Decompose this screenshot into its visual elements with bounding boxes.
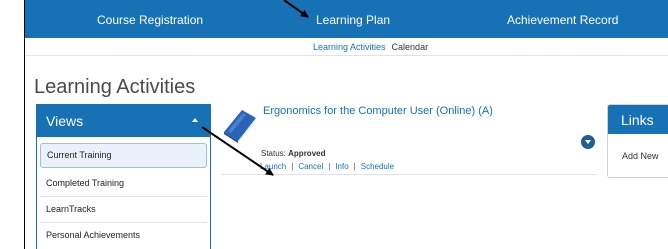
action-separator: |: [328, 162, 331, 171]
nav-achievement-record[interactable]: Achievement Record: [507, 13, 618, 27]
subnav-divider: [25, 55, 668, 56]
view-item-current-training[interactable]: Current Training: [40, 143, 207, 168]
views-panel: Views Current Training Completed Trainin…: [36, 104, 211, 249]
status-label: Status:: [261, 149, 286, 158]
subnav-learning-activities[interactable]: Learning Activities: [313, 42, 386, 52]
cancel-link[interactable]: Cancel: [298, 162, 323, 171]
action-separator: |: [291, 162, 294, 171]
view-item-learntracks[interactable]: LearnTracks: [37, 197, 210, 222]
links-header: Links: [608, 105, 668, 134]
status-value: Approved: [288, 149, 326, 158]
add-new-link[interactable]: Add New: [622, 151, 659, 161]
course-actions: Launch | Cancel | Info | Schedule: [260, 162, 394, 171]
course-status: Status: Approved: [261, 149, 325, 158]
nav-learning-plan[interactable]: Learning Plan: [316, 13, 390, 27]
sub-nav: Learning Activities Calendar: [313, 42, 428, 52]
subnav-calendar[interactable]: Calendar: [392, 42, 429, 52]
launch-link[interactable]: Launch: [260, 162, 286, 171]
nav-course-registration[interactable]: Course Registration: [97, 13, 203, 27]
course-divider: [221, 174, 596, 175]
collapse-caret-icon[interactable]: [192, 118, 198, 122]
view-item-personal-achievements[interactable]: Personal Achievements: [37, 223, 210, 248]
book-icon: [224, 110, 256, 143]
info-link[interactable]: Info: [335, 162, 348, 171]
app-frame: Course Registration Learning Plan Achiev…: [24, 0, 668, 249]
top-nav: Course Registration Learning Plan Achiev…: [25, 0, 668, 38]
schedule-link[interactable]: Schedule: [361, 162, 394, 171]
page-title: Learning Activities: [34, 76, 196, 98]
views-title: Views: [46, 113, 84, 129]
views-header[interactable]: Views: [37, 105, 210, 137]
expand-details-icon[interactable]: [581, 135, 595, 149]
action-separator: |: [353, 162, 356, 171]
course-title-link[interactable]: Ergonomics for the Computer User (Online…: [263, 105, 493, 117]
links-title: Links: [621, 112, 654, 128]
view-item-completed-training[interactable]: Completed Training: [37, 171, 210, 196]
links-panel: Links Add New: [607, 104, 668, 178]
